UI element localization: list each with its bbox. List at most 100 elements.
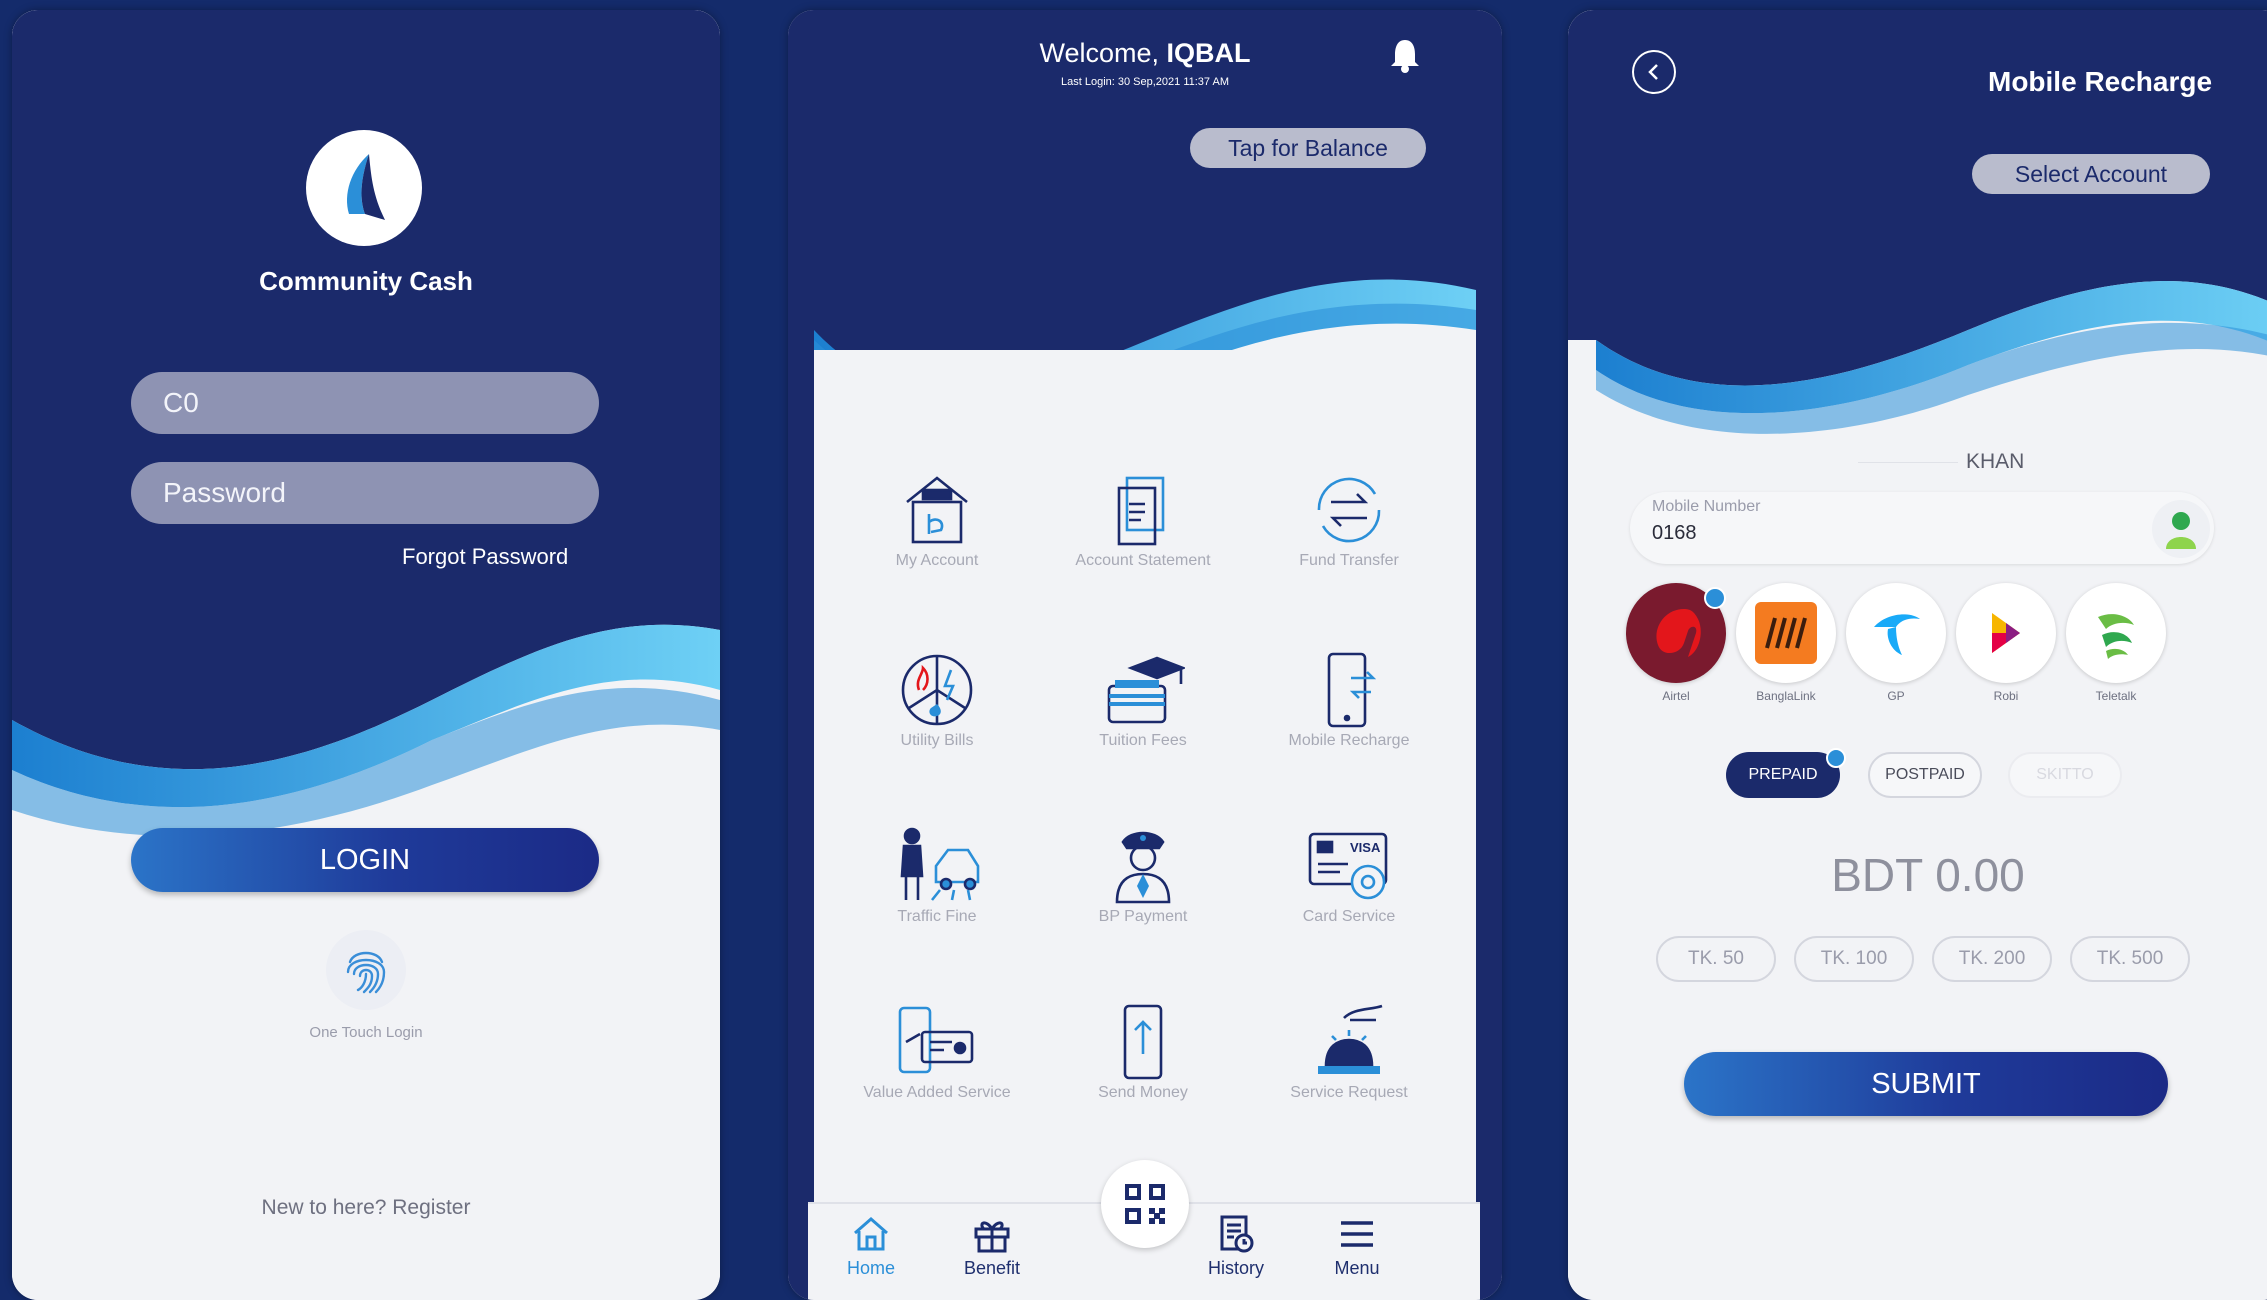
gift-icon [974, 1221, 1010, 1253]
svg-text:VISA: VISA [1350, 840, 1381, 855]
utility-icon [901, 654, 973, 726]
one-touch-login-label: One Touch Login [309, 1024, 423, 1041]
bank-icon [906, 476, 968, 544]
service-label: Account Statement [1075, 552, 1211, 569]
amount-100-button[interactable]: TK. 100 [1794, 936, 1914, 982]
select-account-button[interactable]: Select Account [1972, 154, 2210, 194]
password-input[interactable]: Password [131, 462, 599, 524]
operator-banglalink[interactable]: BanglaLink [1734, 583, 1838, 703]
menu-icon [1341, 1221, 1373, 1247]
operator-gp[interactable]: GP [1844, 583, 1948, 703]
traffic-icon [900, 827, 980, 901]
service-bp-payment[interactable]: BP Payment [1043, 826, 1243, 926]
service-service-request[interactable]: Service Request [1249, 1002, 1449, 1102]
service-my-account[interactable]: My Account [837, 470, 1037, 570]
nav-home[interactable]: Home [816, 1215, 926, 1279]
amount-display: BDT 0.00 [1831, 849, 2025, 901]
account-holder-surname: KHAN [1966, 450, 2025, 473]
mobile-number-field[interactable]: Mobile Number 0168 [1630, 492, 2214, 564]
service-label: Service Request [1290, 1084, 1408, 1101]
home-screen: Welcome, IQBAL Last Login: 30 Sep,2021 1… [788, 10, 1502, 1300]
nav-menu[interactable]: Menu [1302, 1215, 1412, 1279]
app-logo [306, 130, 422, 246]
masked-name-line [1858, 461, 1958, 463]
selected-check-icon [1704, 587, 1726, 609]
operator-label: Robi [1993, 689, 2019, 703]
service-account-statement[interactable]: Account Statement [1043, 470, 1243, 570]
service-card-service[interactable]: VISA Card Service [1249, 826, 1449, 926]
nav-benefit[interactable]: Benefit [937, 1215, 1047, 1279]
service-utility-bills[interactable]: Utility Bills [837, 650, 1037, 750]
fingerprint-icon [346, 951, 386, 994]
gp-logo-icon [1874, 614, 1920, 655]
login-screen: Community Cash C0 Password Forgot Passwo… [12, 10, 720, 1300]
chevron-left-icon [1648, 64, 1658, 80]
prepaid-selected-check-icon [1826, 748, 1846, 768]
service-label: Traffic Fine [897, 908, 977, 925]
one-touch-login-button[interactable] [316, 930, 416, 1010]
account-holder-name: KHAN [1858, 450, 2024, 474]
postpaid-toggle[interactable]: POSTPAID [1868, 752, 1982, 798]
qr-scan-button[interactable] [1101, 1160, 1189, 1248]
service-label: Send Money [1098, 1084, 1188, 1101]
service-grid: My Account Account Statement Fund Transf… [788, 10, 1502, 1210]
service-label: Tuition Fees [1099, 732, 1187, 749]
card-icon: VISA [1308, 832, 1388, 900]
register-link[interactable]: New to here? Register [12, 1196, 720, 1220]
operator-airtel[interactable]: Airtel [1624, 583, 1728, 703]
mobile-number-value: 0168 [1652, 522, 1697, 544]
amount-500-button[interactable]: TK. 500 [2070, 936, 2190, 982]
prepaid-toggle[interactable]: PREPAID [1726, 752, 1840, 798]
history-icon [1220, 1215, 1254, 1253]
service-label: BP Payment [1098, 908, 1188, 925]
robi-logo-icon [1992, 613, 2020, 653]
qr-code-icon [1125, 1184, 1165, 1224]
contact-icon [2166, 512, 2196, 549]
value-added-icon [898, 1006, 974, 1074]
service-label: Fund Transfer [1299, 552, 1399, 569]
service-label: My Account [895, 552, 979, 569]
amount-200-button[interactable]: TK. 200 [1932, 936, 2052, 982]
operator-label: Airtel [1662, 689, 1690, 703]
tuition-icon [1107, 656, 1185, 724]
service-send-money[interactable]: Send Money [1043, 1002, 1243, 1102]
service-label: Utility Bills [900, 732, 974, 749]
amount-50-button[interactable]: TK. 50 [1656, 936, 1776, 982]
contact-picker-button[interactable] [2152, 500, 2210, 558]
service-tuition-fees[interactable]: Tuition Fees [1043, 650, 1243, 750]
username-input[interactable]: C0 [131, 372, 599, 434]
operator-teletalk[interactable]: Teletalk [2064, 583, 2168, 703]
submit-button[interactable]: SUBMIT [1684, 1052, 2168, 1116]
service-label: Value Added Service [863, 1084, 1011, 1101]
statement-icon [1117, 476, 1165, 546]
send-money-icon [1123, 1004, 1163, 1080]
page-title: Mobile Recharge [1988, 66, 2213, 97]
mobile-number-label: Mobile Number [1652, 498, 1761, 515]
forgot-password-link[interactable]: Forgot Password [402, 544, 568, 570]
police-icon [1115, 831, 1171, 904]
mobile-recharge-screen: Mobile Recharge Select Account KHAN Mobi… [1568, 10, 2267, 1300]
login-button[interactable]: LOGIN [131, 828, 599, 892]
service-request-icon [1318, 1004, 1383, 1074]
operator-label: Teletalk [2095, 689, 2137, 703]
operator-robi[interactable]: Robi [1954, 583, 2058, 703]
service-value-added[interactable]: Value Added Service [837, 1002, 1037, 1102]
service-label: Card Service [1302, 908, 1396, 925]
mobile-recharge-icon [1327, 652, 1377, 728]
skitto-toggle[interactable]: SKITTO [2008, 752, 2122, 798]
service-fund-transfer[interactable]: Fund Transfer [1249, 470, 1449, 570]
service-traffic-fine[interactable]: Traffic Fine [837, 826, 1037, 926]
service-label: Mobile Recharge [1288, 732, 1410, 749]
airtel-logo-icon [1656, 609, 1701, 657]
operator-label: BanglaLink [1756, 689, 1816, 703]
teletalk-logo-icon [2098, 614, 2134, 659]
transfer-icon [1317, 477, 1381, 543]
service-mobile-recharge[interactable]: Mobile Recharge [1249, 650, 1449, 750]
nav-history[interactable]: History [1181, 1215, 1291, 1279]
operator-label: GP [1887, 689, 1905, 703]
back-button[interactable] [1632, 50, 1676, 94]
sail-logo-icon [347, 154, 385, 220]
banglalink-logo-icon [1755, 602, 1817, 664]
app-name: Community Cash [259, 266, 473, 296]
home-icon [854, 1217, 888, 1251]
